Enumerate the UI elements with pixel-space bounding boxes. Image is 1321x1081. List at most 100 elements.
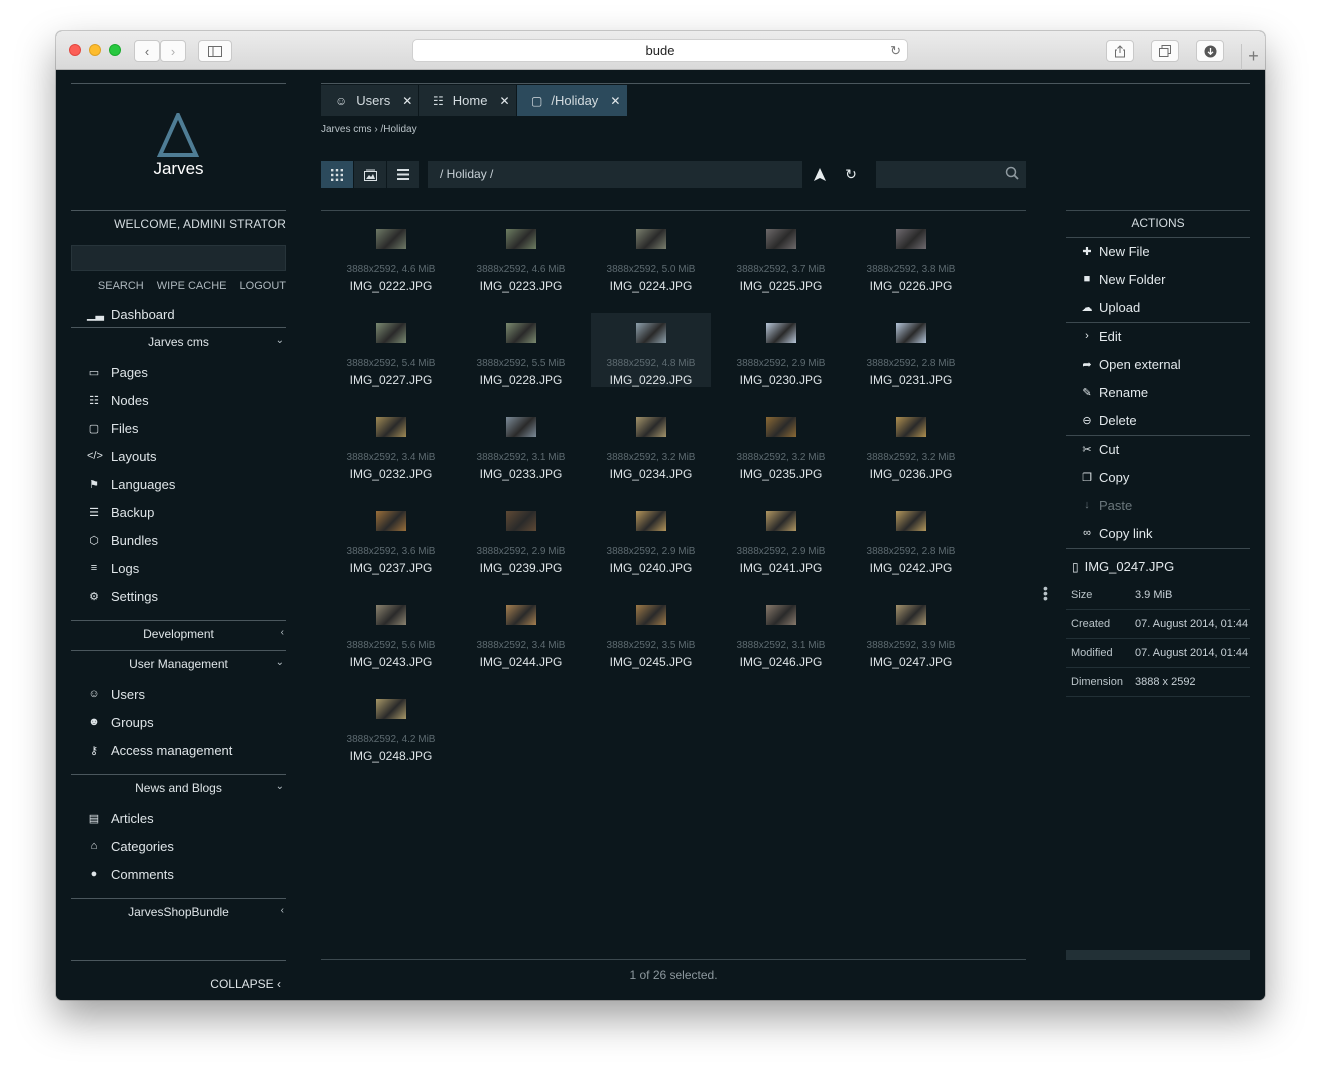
sidebar-group-development[interactable]: Development ‹ xyxy=(71,627,286,647)
minimize-window-button[interactable] xyxy=(89,44,101,56)
path-bar[interactable]: / Holiday / xyxy=(428,161,802,188)
sidebar-item-files[interactable]: ▢ Files xyxy=(87,418,139,438)
file-item[interactable]: 3888x2592, 2.9 MiB IMG_0239.JPG xyxy=(461,501,581,575)
file-item[interactable]: 3888x2592, 3.2 MiB IMG_0236.JPG xyxy=(851,407,971,481)
forward-button[interactable]: › xyxy=(160,40,186,62)
tabs-overview-button[interactable] xyxy=(1151,40,1179,62)
sidebar-item-articles[interactable]: ▤ Articles xyxy=(87,808,154,828)
search-link[interactable]: SEARCH xyxy=(98,280,144,292)
file-item[interactable]: 3888x2592, 2.9 MiB IMG_0241.JPG xyxy=(721,501,841,575)
info-key: Created xyxy=(1071,618,1111,630)
tab-holiday[interactable]: ▢ /Holiday ✕ xyxy=(517,85,627,116)
list-view-button[interactable] xyxy=(387,161,419,188)
new-file-button[interactable]: ✚ New File xyxy=(1080,241,1149,261)
file-search-input[interactable] xyxy=(876,161,1026,188)
file-item[interactable]: 3888x2592, 4.6 MiB IMG_0222.JPG xyxy=(331,219,451,293)
divider xyxy=(71,83,286,84)
file-item[interactable]: 3888x2592, 4.2 MiB IMG_0248.JPG xyxy=(331,689,451,763)
file-item[interactable]: 3888x2592, 3.1 MiB IMG_0233.JPG xyxy=(461,407,581,481)
sidebar-group-news-and-blogs[interactable]: News and Blogs ⌄ xyxy=(71,781,286,801)
sidebar-item-pages[interactable]: ▭ Pages xyxy=(87,362,148,382)
close-icon[interactable]: ✕ xyxy=(402,94,412,108)
file-item[interactable]: 3888x2592, 3.6 MiB IMG_0237.JPG xyxy=(331,501,451,575)
close-icon[interactable]: ✕ xyxy=(610,94,620,108)
wipe-cache-link[interactable]: WIPE CACHE xyxy=(157,280,227,292)
sidebar-item-comments[interactable]: ● Comments xyxy=(87,864,174,884)
back-button[interactable]: ‹ xyxy=(134,40,160,62)
file-thumbnail xyxy=(636,605,666,625)
logout-link[interactable]: LOGOUT xyxy=(240,280,286,292)
sidebar-item-backup[interactable]: ☰ Backup xyxy=(87,502,154,522)
file-item[interactable]: 3888x2592, 2.8 MiB IMG_0242.JPG xyxy=(851,501,971,575)
file-icon: ▯ xyxy=(1072,559,1079,574)
open-external-button[interactable]: ➦ Open external xyxy=(1080,354,1180,374)
edit-button[interactable]: › Edit xyxy=(1080,326,1121,346)
file-thumbnail xyxy=(766,511,796,531)
file-item[interactable]: 3888x2592, 4.6 MiB IMG_0223.JPG xyxy=(461,219,581,293)
new-folder-button[interactable]: ■ New Folder xyxy=(1080,269,1166,289)
sidebar-group-jarvesshopbundle[interactable]: JarvesShopBundle ‹ xyxy=(71,905,286,925)
file-item[interactable]: 3888x2592, 3.1 MiB IMG_0246.JPG xyxy=(721,595,841,669)
file-item[interactable]: 3888x2592, 5.6 MiB IMG_0243.JPG xyxy=(331,595,451,669)
maximize-window-button[interactable] xyxy=(109,44,121,56)
collapse-button[interactable]: COLLAPSE ‹ xyxy=(210,977,281,991)
address-bar[interactable]: bude ↻ xyxy=(412,39,908,62)
copy-link-button[interactable]: ∞ Copy link xyxy=(1080,523,1152,543)
panel-resize-handle[interactable]: • • • xyxy=(1043,581,1048,605)
file-item[interactable]: 3888x2592, 2.9 MiB IMG_0240.JPG xyxy=(591,501,711,575)
tab-users[interactable]: ☺ Users ✕ xyxy=(321,85,418,116)
sidebar-item-settings[interactable]: ⚙ Settings xyxy=(87,586,158,606)
file-item[interactable]: 3888x2592, 3.2 MiB IMG_0234.JPG xyxy=(591,407,711,481)
file-item[interactable]: 3888x2592, 2.9 MiB IMG_0230.JPG xyxy=(721,313,841,387)
file-item[interactable]: 3888x2592, 3.7 MiB IMG_0225.JPG xyxy=(721,219,841,293)
file-item[interactable]: 3888x2592, 3.5 MiB IMG_0245.JPG xyxy=(591,595,711,669)
rename-button[interactable]: ✎ Rename xyxy=(1080,382,1148,402)
action-label: New Folder xyxy=(1099,271,1166,287)
delete-button[interactable]: ⊖ Delete xyxy=(1080,410,1136,430)
grid-view-button[interactable] xyxy=(321,161,353,188)
downloads-button[interactable] xyxy=(1196,40,1224,62)
close-window-button[interactable] xyxy=(69,44,81,56)
sidebar-item-nodes[interactable]: ☷ Nodes xyxy=(87,390,149,410)
file-item[interactable]: 3888x2592, 2.8 MiB IMG_0231.JPG xyxy=(851,313,971,387)
copy-button[interactable]: ❐ Copy xyxy=(1080,467,1129,487)
tab-home[interactable]: ☷ Home ✕ xyxy=(419,85,516,116)
file-item[interactable]: 3888x2592, 3.8 MiB IMG_0226.JPG xyxy=(851,219,971,293)
sidebar-item-languages[interactable]: ⚑ Languages xyxy=(87,474,175,494)
new-tab-button[interactable]: + xyxy=(1241,44,1265,70)
sidebar-toggle-button[interactable] xyxy=(198,40,232,62)
sidebar-item-users[interactable]: ☺ Users xyxy=(87,684,145,704)
cut-button[interactable]: ✂ Cut xyxy=(1080,439,1119,459)
sitemap-icon: ☷ xyxy=(89,394,99,407)
image-view-button[interactable] xyxy=(354,161,386,188)
close-icon[interactable]: ✕ xyxy=(499,94,509,108)
file-item[interactable]: 3888x2592, 3.9 MiB IMG_0247.JPG xyxy=(851,595,971,669)
file-item[interactable]: 3888x2592, 5.5 MiB IMG_0228.JPG xyxy=(461,313,581,387)
paste-button[interactable]: ↓ Paste xyxy=(1080,495,1132,515)
file-item[interactable]: 3888x2592, 5.4 MiB IMG_0227.JPG xyxy=(331,313,451,387)
upload-button[interactable]: ☁ Upload xyxy=(1080,297,1141,317)
file-item[interactable]: 3888x2592, 3.4 MiB IMG_0232.JPG xyxy=(331,407,451,481)
file-name: IMG_0247.JPG xyxy=(869,655,953,669)
sidebar-item-logs[interactable]: ≡ Logs xyxy=(87,558,139,578)
sidebar-item-layouts[interactable]: </> Layouts xyxy=(87,446,157,466)
sidebar-item-access-management[interactable]: ⚷ Access management xyxy=(87,740,232,760)
sidebar-item-groups[interactable]: ☻ Groups xyxy=(87,712,153,732)
file-item[interactable]: 3888x2592, 3.4 MiB IMG_0244.JPG xyxy=(461,595,581,669)
up-directory-button[interactable] xyxy=(807,161,833,188)
file-name: IMG_0245.JPG xyxy=(609,655,693,669)
file-name: IMG_0235.JPG xyxy=(739,467,823,481)
file-item[interactable]: 3888x2592, 3.2 MiB IMG_0235.JPG xyxy=(721,407,841,481)
file-item[interactable]: 3888x2592, 5.0 MiB IMG_0224.JPG xyxy=(591,219,711,293)
file-item[interactable]: 3888x2592, 4.8 MiB IMG_0229.JPG xyxy=(591,313,711,387)
sidebar-item-categories[interactable]: ⌂ Categories xyxy=(87,836,174,856)
file-thumbnail xyxy=(506,417,536,437)
sidebar-group-jarves-cms[interactable]: Jarves cms ⌄ xyxy=(71,335,286,355)
sidebar-group-user-management[interactable]: User Management ⌄ xyxy=(71,657,286,677)
share-button[interactable] xyxy=(1106,40,1134,62)
refresh-button[interactable]: ↻ xyxy=(838,161,864,188)
sidebar-search-input[interactable] xyxy=(71,245,286,271)
sidebar-item-bundles[interactable]: ⬡ Bundles xyxy=(87,530,158,550)
sidebar-item-dashboard[interactable]: ▁▃ Dashboard xyxy=(87,304,175,324)
reload-icon[interactable]: ↻ xyxy=(890,40,901,61)
